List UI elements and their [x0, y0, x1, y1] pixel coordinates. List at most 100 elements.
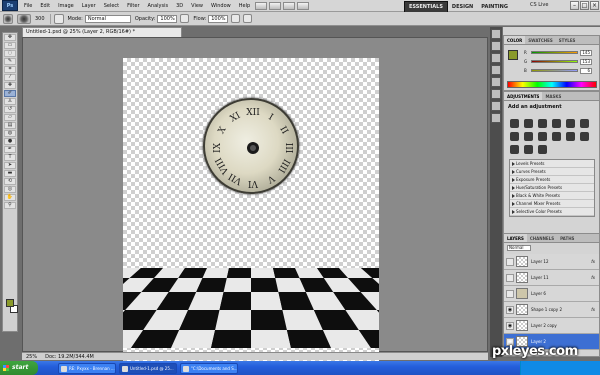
- eye-icon[interactable]: [506, 257, 514, 266]
- blue-gradient[interactable]: [531, 69, 578, 72]
- taskbar-item-email[interactable]: RE: Pxyxx - Brennan ...: [58, 362, 116, 374]
- tab-swatches[interactable]: SWATCHES: [525, 36, 556, 44]
- preset-item[interactable]: Curves Presets: [510, 168, 594, 176]
- menu-view[interactable]: View: [187, 0, 207, 12]
- color-balance-icon[interactable]: [510, 132, 519, 141]
- green-gradient[interactable]: [531, 60, 578, 63]
- channel-mixer-icon[interactable]: [552, 132, 561, 141]
- threshold-icon[interactable]: [510, 145, 519, 154]
- clone-stamp-tool-icon[interactable]: ♙: [4, 98, 16, 105]
- green-slider[interactable]: G 153: [524, 58, 592, 65]
- preset-item[interactable]: Levels Presets: [510, 160, 594, 168]
- menu-image[interactable]: Image: [54, 0, 78, 12]
- gradient-map-icon[interactable]: [524, 145, 533, 154]
- size-pressure-icon[interactable]: [243, 14, 253, 23]
- airbrush-icon[interactable]: [231, 14, 241, 23]
- 3d-panel-icon[interactable]: [491, 101, 501, 111]
- tab-adjustments[interactable]: ADJUSTMENTS: [504, 92, 543, 100]
- fx-icon[interactable]: fx: [591, 275, 595, 280]
- layer-row[interactable]: ◉ Shape 1 copy 2 fx: [504, 302, 599, 318]
- eye-icon[interactable]: ◉: [506, 321, 514, 330]
- menu-select[interactable]: Select: [100, 0, 123, 12]
- tab-color[interactable]: COLOR: [504, 36, 526, 44]
- preset-item[interactable]: Black & White Presets: [510, 192, 594, 200]
- eye-icon[interactable]: ◉: [506, 305, 514, 314]
- color-spectrum-ramp[interactable]: [507, 81, 597, 88]
- zoom-level[interactable]: 25%: [22, 353, 41, 360]
- fx-icon[interactable]: fx: [591, 259, 595, 264]
- tab-layers[interactable]: LAYERS: [504, 234, 527, 242]
- restore-icon[interactable]: □: [580, 1, 589, 10]
- red-slider[interactable]: R 145: [524, 49, 592, 56]
- menu-analysis[interactable]: Analysis: [144, 0, 173, 12]
- 3d-rotate-tool-icon[interactable]: ⟲: [4, 178, 16, 185]
- posterize-icon[interactable]: [580, 132, 589, 141]
- menu-file[interactable]: File: [20, 0, 36, 12]
- shape-tool-icon[interactable]: ▬: [4, 170, 16, 177]
- actions-panel-icon[interactable]: [491, 41, 501, 51]
- green-value[interactable]: 153: [580, 58, 592, 65]
- hand-tool-icon[interactable]: ✋: [4, 194, 16, 201]
- eye-icon[interactable]: [506, 289, 514, 298]
- preset-item[interactable]: Exposure Presets: [510, 176, 594, 184]
- menu-window[interactable]: Window: [207, 0, 235, 12]
- opacity-pressure-icon[interactable]: [180, 14, 190, 23]
- blue-value[interactable]: 6: [580, 67, 592, 74]
- type-tool-icon[interactable]: T: [4, 154, 16, 161]
- character-panel-icon[interactable]: [491, 77, 501, 87]
- levels-icon[interactable]: [524, 119, 533, 128]
- invert-icon[interactable]: [566, 132, 575, 141]
- brightness-contrast-icon[interactable]: [510, 119, 519, 128]
- layer-row[interactable]: ◉ Layer 2 copy: [504, 318, 599, 334]
- info-panel-icon[interactable]: [491, 113, 501, 123]
- minimize-icon[interactable]: –: [570, 1, 579, 10]
- gradient-tool-icon[interactable]: ▤: [4, 122, 16, 129]
- curves-icon[interactable]: [538, 119, 547, 128]
- layer-row[interactable]: Layer 6: [504, 286, 599, 302]
- marquee-tool-icon[interactable]: ▭: [4, 42, 16, 49]
- close-icon[interactable]: ×: [590, 1, 599, 10]
- layer-row[interactable]: Layer 12 fx: [504, 254, 599, 270]
- brush-tool-icon[interactable]: [3, 13, 13, 24]
- healing-brush-tool-icon[interactable]: ✚: [4, 82, 16, 89]
- menu-help[interactable]: Help: [235, 0, 254, 12]
- history-brush-tool-icon[interactable]: ↺: [4, 106, 16, 113]
- eyedropper-tool-icon[interactable]: ⁄: [4, 74, 16, 81]
- vibrance-icon[interactable]: [566, 119, 575, 128]
- foreground-color-swatch[interactable]: [6, 299, 14, 307]
- clone-source-panel-icon[interactable]: [491, 65, 501, 75]
- move-tool-icon[interactable]: ✥: [4, 34, 16, 41]
- dodge-tool-icon[interactable]: ●: [4, 138, 16, 145]
- zoom-tool-icon[interactable]: ⚲: [4, 202, 16, 209]
- preset-item[interactable]: Selective Color Presets: [510, 208, 594, 216]
- path-selection-tool-icon[interactable]: ➤: [4, 162, 16, 169]
- preset-item[interactable]: Hue/Saturation Presets: [510, 184, 594, 192]
- taskbar-item-photoshop[interactable]: Untitled-1.psd @ 25...: [119, 362, 177, 374]
- lasso-tool-icon[interactable]: ◌: [4, 50, 16, 57]
- bridge-button[interactable]: [255, 1, 268, 10]
- flow-field[interactable]: 100%: [208, 14, 229, 23]
- canvas[interactable]: XII I II III IIII V VI VII VIII IX X XI: [123, 58, 379, 375]
- workspace-painting[interactable]: PAINTING: [477, 2, 512, 12]
- tab-paths[interactable]: PATHS: [557, 234, 577, 242]
- selective-color-icon[interactable]: [538, 145, 547, 154]
- taskbar-item-explorer[interactable]: "C:\Documents and S...: [180, 362, 238, 374]
- red-value[interactable]: 145: [580, 49, 592, 56]
- photo-filter-icon[interactable]: [538, 132, 547, 141]
- blend-mode-select[interactable]: Normal: [507, 244, 531, 251]
- mode-select[interactable]: Normal: [84, 14, 131, 23]
- menu-edit[interactable]: Edit: [36, 0, 54, 12]
- zoom-level-button[interactable]: [283, 1, 296, 10]
- eraser-tool-icon[interactable]: ▱: [4, 114, 16, 121]
- red-gradient[interactable]: [531, 51, 578, 54]
- menu-layer[interactable]: Layer: [78, 0, 100, 12]
- hue-saturation-icon[interactable]: [580, 119, 589, 128]
- color-panel-foreground-swatch[interactable]: [508, 50, 518, 60]
- black-white-icon[interactable]: [524, 132, 533, 141]
- pen-tool-icon[interactable]: ✒: [4, 146, 16, 153]
- document-tab[interactable]: Untitled-1.psd @ 25% (Layer 2, RGB/16#) …: [22, 27, 182, 37]
- preset-item[interactable]: Channel Mixer Presets: [510, 200, 594, 208]
- menu-filter[interactable]: Filter: [123, 0, 143, 12]
- brush-preset-picker[interactable]: [17, 13, 31, 24]
- workspace-design[interactable]: DESIGN: [448, 2, 477, 12]
